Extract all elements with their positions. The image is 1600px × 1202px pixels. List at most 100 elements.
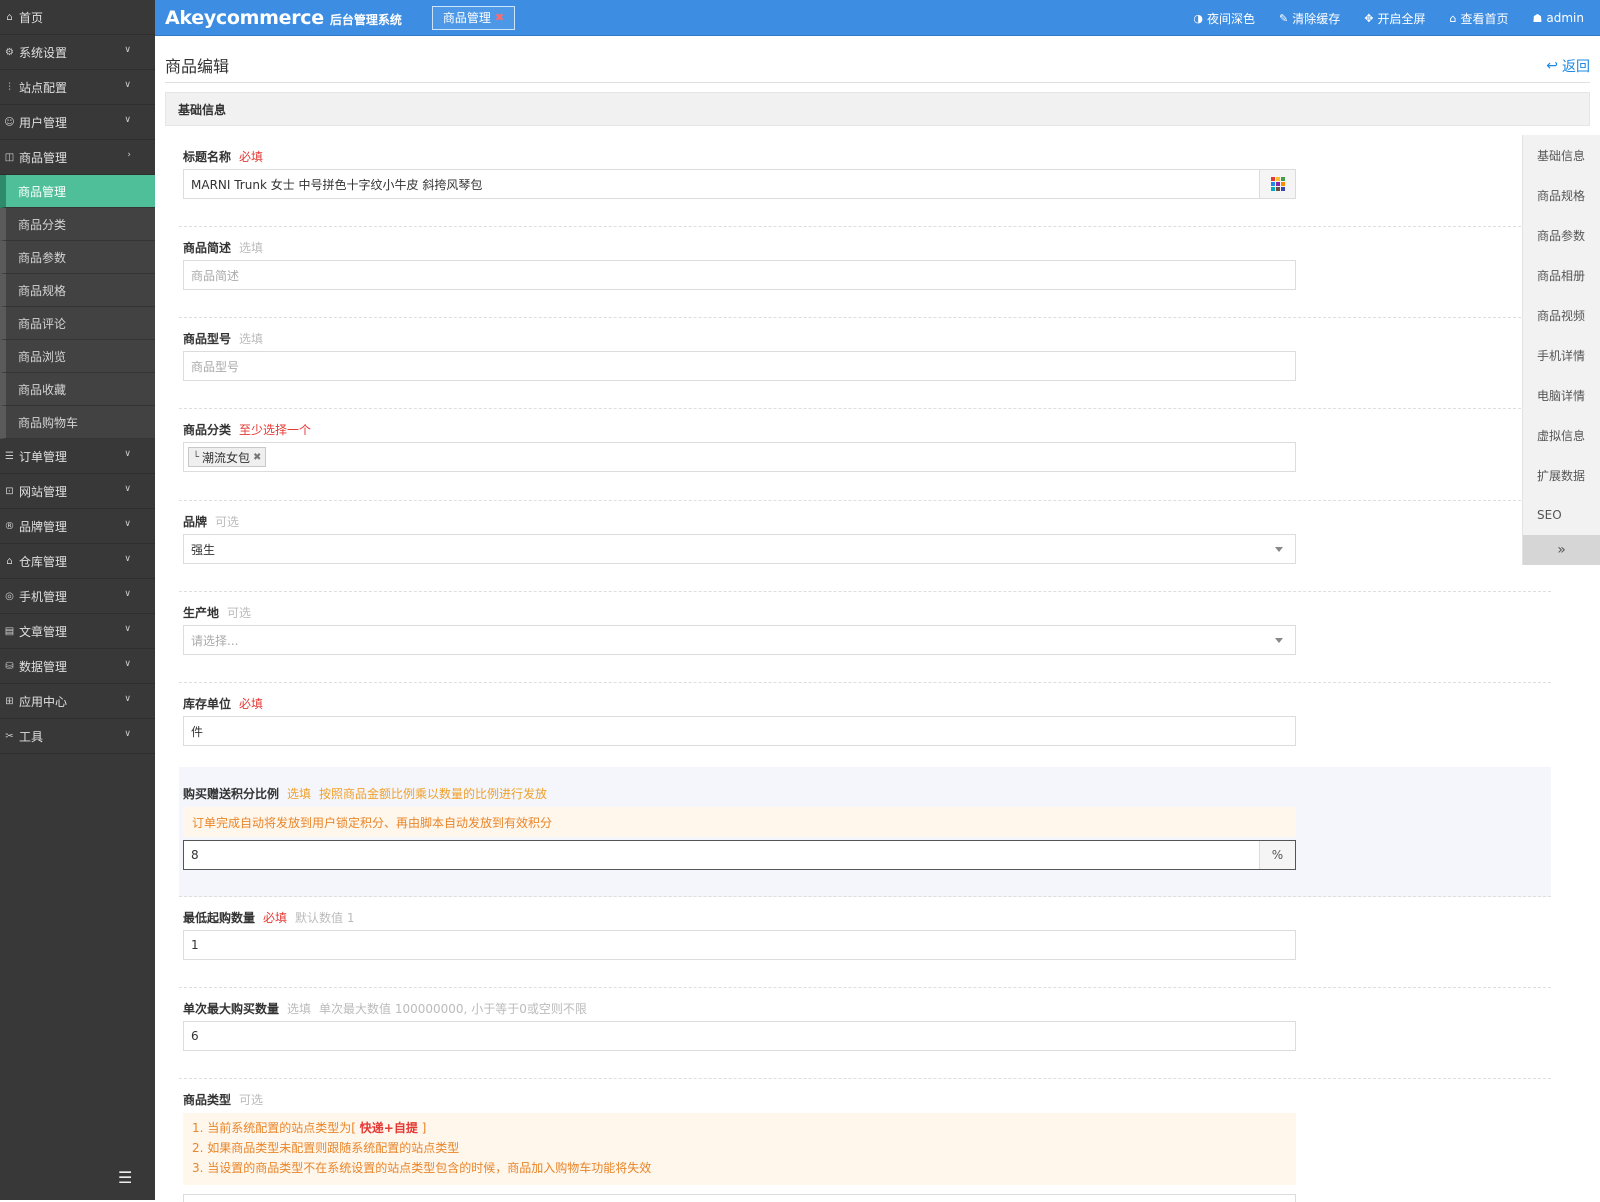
optional-tag: 选填 — [239, 241, 264, 255]
double-chevron-right-icon[interactable]: » — [1523, 535, 1600, 565]
quick-nav-virtual-info[interactable]: 虚拟信息 — [1523, 415, 1600, 455]
nav-warehouse-management[interactable]: ⌂ 仓库管理 ∨ — [0, 544, 155, 579]
field-unit: 库存单位 必填 件 — [179, 683, 1551, 773]
quick-nav-seo[interactable]: SEO — [1523, 495, 1600, 535]
quick-nav-pc-detail[interactable]: 电脑详情 — [1523, 375, 1600, 415]
fullscreen-button[interactable]: ✥ 开启全屏 — [1364, 10, 1425, 27]
quick-nav-video[interactable]: 商品视频 — [1523, 295, 1600, 335]
nav-brand-management[interactable]: ® 品牌管理 ∨ — [0, 509, 155, 544]
quick-nav-mobile-detail[interactable]: 手机详情 — [1523, 335, 1600, 375]
chevron-down-icon: ∨ — [124, 449, 131, 459]
field-origin: 生产地 可选 请选择... — [179, 592, 1551, 683]
brand-subtitle: 后台管理系统 — [329, 13, 402, 27]
label-text: 商品类型 — [183, 1093, 232, 1107]
chevron-down-icon: ∨ — [124, 484, 131, 494]
nav-app-center[interactable]: ⊞ 应用中心 ∨ — [0, 684, 155, 719]
palette-icon — [1270, 177, 1285, 191]
brush-icon: ✎ — [1279, 11, 1289, 25]
notice-text: 1. 当前系统配置的站点类型为[ — [192, 1121, 356, 1135]
optional-tag: 可选 — [239, 1093, 264, 1107]
chevron-down-icon: ∨ — [124, 589, 131, 599]
remove-chip-icon[interactable]: ✖ — [253, 452, 261, 463]
sidebar-item-product-cart[interactable]: 商品购物车 — [0, 406, 155, 439]
nav-home[interactable]: ⌂ 首页 — [0, 0, 155, 35]
header-tools: ◑ 夜间深色 ✎ 清除缓存 ✥ 开启全屏 ⌂ 查看首页 ☗ admin — [1193, 0, 1584, 36]
night-mode-button[interactable]: ◑ 夜间深色 — [1193, 10, 1255, 27]
gear-icon: ⚙ — [5, 46, 14, 58]
dropdown-arrow-icon — [1275, 547, 1283, 552]
nav-label: 站点配置 — [19, 80, 68, 95]
nav-product-management[interactable]: ◫ 商品管理 › — [0, 140, 155, 175]
sidebar-item-product-management[interactable]: 商品管理 — [0, 175, 155, 208]
field-label: 生产地 可选 — [183, 604, 251, 621]
tool-label: 查看首页 — [1460, 11, 1509, 26]
warehouse-icon: ⌂ — [6, 555, 13, 567]
product-type-select[interactable] — [183, 1194, 1296, 1202]
origin-select[interactable]: 请选择... — [183, 625, 1296, 655]
brand-value: 强生 — [191, 542, 216, 557]
quick-nav-extension-data[interactable]: 扩展数据 — [1523, 455, 1600, 495]
view-home-button[interactable]: ⌂ 查看首页 — [1450, 10, 1509, 27]
nav-system-settings[interactable]: ⚙ 系统设置 ∨ — [0, 35, 155, 70]
quick-nav-basic-info[interactable]: 基础信息 — [1523, 135, 1600, 175]
field-product-type: 商品类型 可选 1. 当前系统配置的站点类型为[ 快递+自提 ] 2. 如果商品类… — [179, 1079, 1551, 1202]
min-qty-input[interactable]: 1 — [183, 930, 1296, 960]
main-content: 商品编辑 ↩ 返回 基础信息 标题名称 必填 MARNI Trunk 女士 中号拼… — [155, 36, 1600, 1202]
sidebar-item-product-category[interactable]: 商品分类 — [0, 208, 155, 241]
label-text: 购买赠送积分比例 — [183, 787, 280, 801]
field-label: 商品型号 选填 — [183, 330, 263, 347]
color-picker-button[interactable] — [1259, 170, 1295, 198]
points-input[interactable]: 8 % — [183, 840, 1296, 870]
unit-input[interactable]: 件 — [183, 716, 1296, 746]
nav-site-config[interactable]: ⫶ 站点配置 ∨ — [0, 70, 155, 105]
nav-order-management[interactable]: ☰ 订单管理 ∨ — [0, 439, 155, 474]
clear-cache-button[interactable]: ✎ 清除缓存 — [1279, 10, 1340, 27]
sidebar-item-product-reviews[interactable]: 商品评论 — [0, 307, 155, 340]
half-circle-icon: ◑ — [1193, 11, 1204, 25]
section-quick-nav: 基础信息 商品规格 商品参数 商品相册 商品视频 手机详情 电脑详情 虚拟信息 … — [1522, 135, 1600, 565]
notice-line-2: 2. 如果商品类型未配置则跟随系统配置的站点类型 — [192, 1141, 460, 1155]
tools-icon: ✂ — [5, 730, 14, 742]
home-icon: ⌂ — [1449, 11, 1457, 25]
tab-product-management[interactable]: 商品管理 ✖ — [431, 5, 516, 30]
nav-tools[interactable]: ✂ 工具 ∨ — [0, 719, 155, 754]
nav-article-management[interactable]: ▤ 文章管理 ∨ — [0, 614, 155, 649]
dropdown-arrow-icon — [1275, 638, 1283, 643]
back-button[interactable]: ↩ 返回 — [1546, 56, 1590, 76]
quick-nav-specs[interactable]: 商品规格 — [1523, 175, 1600, 215]
max-qty-input[interactable]: 6 — [183, 1021, 1296, 1051]
sidebar-item-product-favorites[interactable]: 商品收藏 — [0, 373, 155, 406]
required-tag: 必填 — [263, 911, 288, 925]
optional-tag: 选填 — [287, 1002, 312, 1016]
chevron-down-icon: ∨ — [124, 624, 131, 634]
model-input[interactable]: 商品型号 — [183, 351, 1296, 381]
percent-addon: % — [1259, 841, 1295, 869]
title-input[interactable]: MARNI Trunk 女士 中号拼色十字纹小牛皮 斜挎风琴包 — [183, 169, 1296, 199]
field-min-qty: 最低起购数量 必填 默认数值 1 1 — [179, 897, 1551, 988]
field-label: 商品简述 选填 — [183, 239, 263, 256]
nav-label: 商品管理 — [19, 150, 68, 165]
tab-label: 商品管理 — [442, 11, 491, 25]
brief-input[interactable]: 商品简述 — [183, 260, 1296, 290]
user-menu[interactable]: ☗ admin — [1533, 11, 1584, 25]
sidebar-item-product-specs[interactable]: 商品规格 — [0, 274, 155, 307]
nav-website-management[interactable]: ⊡ 网站管理 ∨ — [0, 474, 155, 509]
category-select[interactable]: └ 潮流女包 ✖ — [183, 442, 1296, 472]
sidebar-item-product-views[interactable]: 商品浏览 — [0, 340, 155, 373]
close-icon[interactable]: ✖ — [495, 11, 504, 24]
brand-select[interactable]: 强生 — [183, 534, 1296, 564]
nav-mobile-management[interactable]: ◎ 手机管理 ∨ — [0, 579, 155, 614]
product-type-notice: 1. 当前系统配置的站点类型为[ 快递+自提 ] 2. 如果商品类型未配置则跟随… — [183, 1113, 1296, 1185]
quick-nav-album[interactable]: 商品相册 — [1523, 255, 1600, 295]
list-icon: ☰ — [5, 450, 14, 462]
optional-tag: 选填 — [287, 787, 312, 801]
sidebar-item-product-params[interactable]: 商品参数 — [0, 241, 155, 274]
field-model: 商品型号 选填 商品型号 — [179, 318, 1551, 409]
nav-user-management[interactable]: ☺ 用户管理 ∨ — [0, 105, 155, 140]
nav-label: 应用中心 — [19, 694, 68, 709]
collapse-sidebar-icon[interactable]: ☰ — [118, 1168, 132, 1187]
quick-nav-params[interactable]: 商品参数 — [1523, 215, 1600, 255]
field-label: 购买赠送积分比例 选填 按照商品金额比例乘以数量的比例进行发放 — [183, 785, 547, 802]
nav-data-management[interactable]: ⛁ 数据管理 ∨ — [0, 649, 155, 684]
field-label: 商品分类 至少选择一个 — [183, 421, 311, 438]
